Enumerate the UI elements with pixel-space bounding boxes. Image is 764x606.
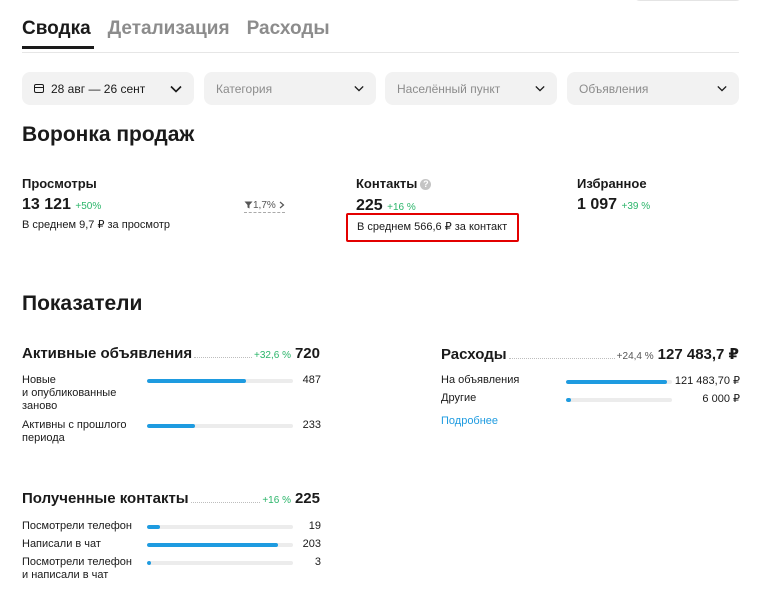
views-label: Просмотры (22, 176, 97, 191)
active-ads-label: Активные объявления (22, 345, 193, 362)
category-placeholder: Категория (216, 81, 273, 96)
active-ads-row-prev-label: Активны с прошлого периода (22, 419, 127, 444)
date-range-value: 28 авг — 26 сент (51, 81, 146, 96)
views-value-row: 13 121 +50% (22, 196, 101, 214)
expenses-row-ads-bar (566, 380, 672, 384)
tab-details[interactable]: Детализация (108, 18, 230, 40)
city-filter[interactable]: Населённый пункт (385, 72, 557, 105)
expenses-delta: +24,4 % (616, 351, 654, 362)
city-placeholder: Населённый пункт (397, 81, 501, 96)
expenses-label: Расходы (441, 346, 507, 363)
active-tab-indicator (22, 46, 94, 49)
expenses-row-other-value: 6 000 ₽ (702, 393, 740, 405)
contacts-row-phone-label: Посмотрели телефон (22, 520, 132, 532)
favorites-value: 1 097 (577, 196, 618, 213)
chevron-down-icon (170, 85, 182, 93)
expenses-row-ads-label: На объявления (441, 374, 520, 386)
help-icon[interactable]: ? (420, 179, 432, 190)
contacts-row-both-value: 3 (314, 556, 321, 568)
funnel-icon (244, 201, 253, 209)
favorites-label: Избранное (577, 176, 647, 191)
received-contacts-label: Полученные контакты (22, 490, 189, 507)
received-contacts-delta: +16 % (262, 495, 291, 506)
expenses-row-other-bar (566, 398, 672, 402)
views-conversion-value: 1,7% (253, 200, 276, 211)
expenses-header: Расходы +24,4 % 127 483,7 ₽ (441, 345, 739, 363)
contacts-value: 225 (356, 197, 383, 214)
received-contacts-total: 225 (294, 490, 320, 507)
contacts-row-both-label: Посмотрели телефон и написали в чат (22, 556, 132, 581)
top-right-button-edge[interactable] (633, 0, 743, 1)
chevron-down-icon (354, 85, 364, 92)
contacts-row-chat-value: 203 (302, 538, 321, 550)
received-contacts-header: Полученные контакты +16 % 225 (22, 490, 320, 507)
calendar-icon (34, 84, 44, 93)
chevron-down-icon (717, 85, 727, 92)
favorites-delta: +39 % (621, 201, 651, 212)
expenses-total: 127 483,7 ₽ (657, 346, 739, 363)
highlight-box (346, 213, 519, 242)
leader-dots (190, 502, 261, 503)
contacts-delta: +16 % (387, 202, 416, 213)
funnel-title: Воронка продаж (22, 123, 195, 146)
contacts-label: Контакты (356, 176, 418, 191)
ads-filter[interactable]: Объявления (567, 72, 739, 105)
active-ads-delta: +32,6 % (253, 350, 291, 361)
ads-placeholder: Объявления (579, 81, 649, 96)
favorites-value-row: 1 097 +39 % (577, 196, 650, 214)
active-ads-row-new-value: 487 (302, 374, 321, 386)
expenses-row-ads-value: 121 483,70 ₽ (674, 375, 740, 387)
contacts-label-row: Контакты? (356, 176, 432, 191)
views-value: 13 121 (22, 196, 71, 213)
tab-bar: Сводка Детализация Расходы (22, 18, 330, 40)
chevron-down-icon (535, 85, 545, 92)
date-range-filter[interactable]: 28 авг — 26 сент (22, 72, 194, 105)
views-conversion[interactable]: 1,7% (244, 200, 285, 213)
views-delta: +50% (75, 201, 102, 212)
active-ads-row-prev-value: 233 (302, 419, 321, 431)
category-filter[interactable]: Категория (204, 72, 376, 105)
leader-dots (508, 358, 615, 359)
more-details-link[interactable]: Подробнее (441, 415, 498, 427)
tab-summary[interactable]: Сводка (22, 18, 91, 40)
active-ads-total: 720 (294, 345, 320, 362)
active-ads-row-new-label: Новые и опубликованные заново (22, 374, 117, 412)
contacts-row-chat-label: Написали в чат (22, 538, 101, 550)
tab-expenses[interactable]: Расходы (247, 18, 330, 40)
tabs-divider (22, 52, 739, 53)
active-ads-header: Активные объявления +32,6 % 720 (22, 345, 320, 362)
views-avg-cost: В среднем 9,7 ₽ за просмотр (22, 219, 171, 231)
expenses-row-other-label: Другие (441, 392, 477, 404)
chevron-right-icon (279, 201, 285, 209)
leader-dots (194, 357, 252, 358)
indicators-title: Показатели (22, 292, 143, 315)
contacts-row-phone-value: 19 (308, 520, 321, 532)
